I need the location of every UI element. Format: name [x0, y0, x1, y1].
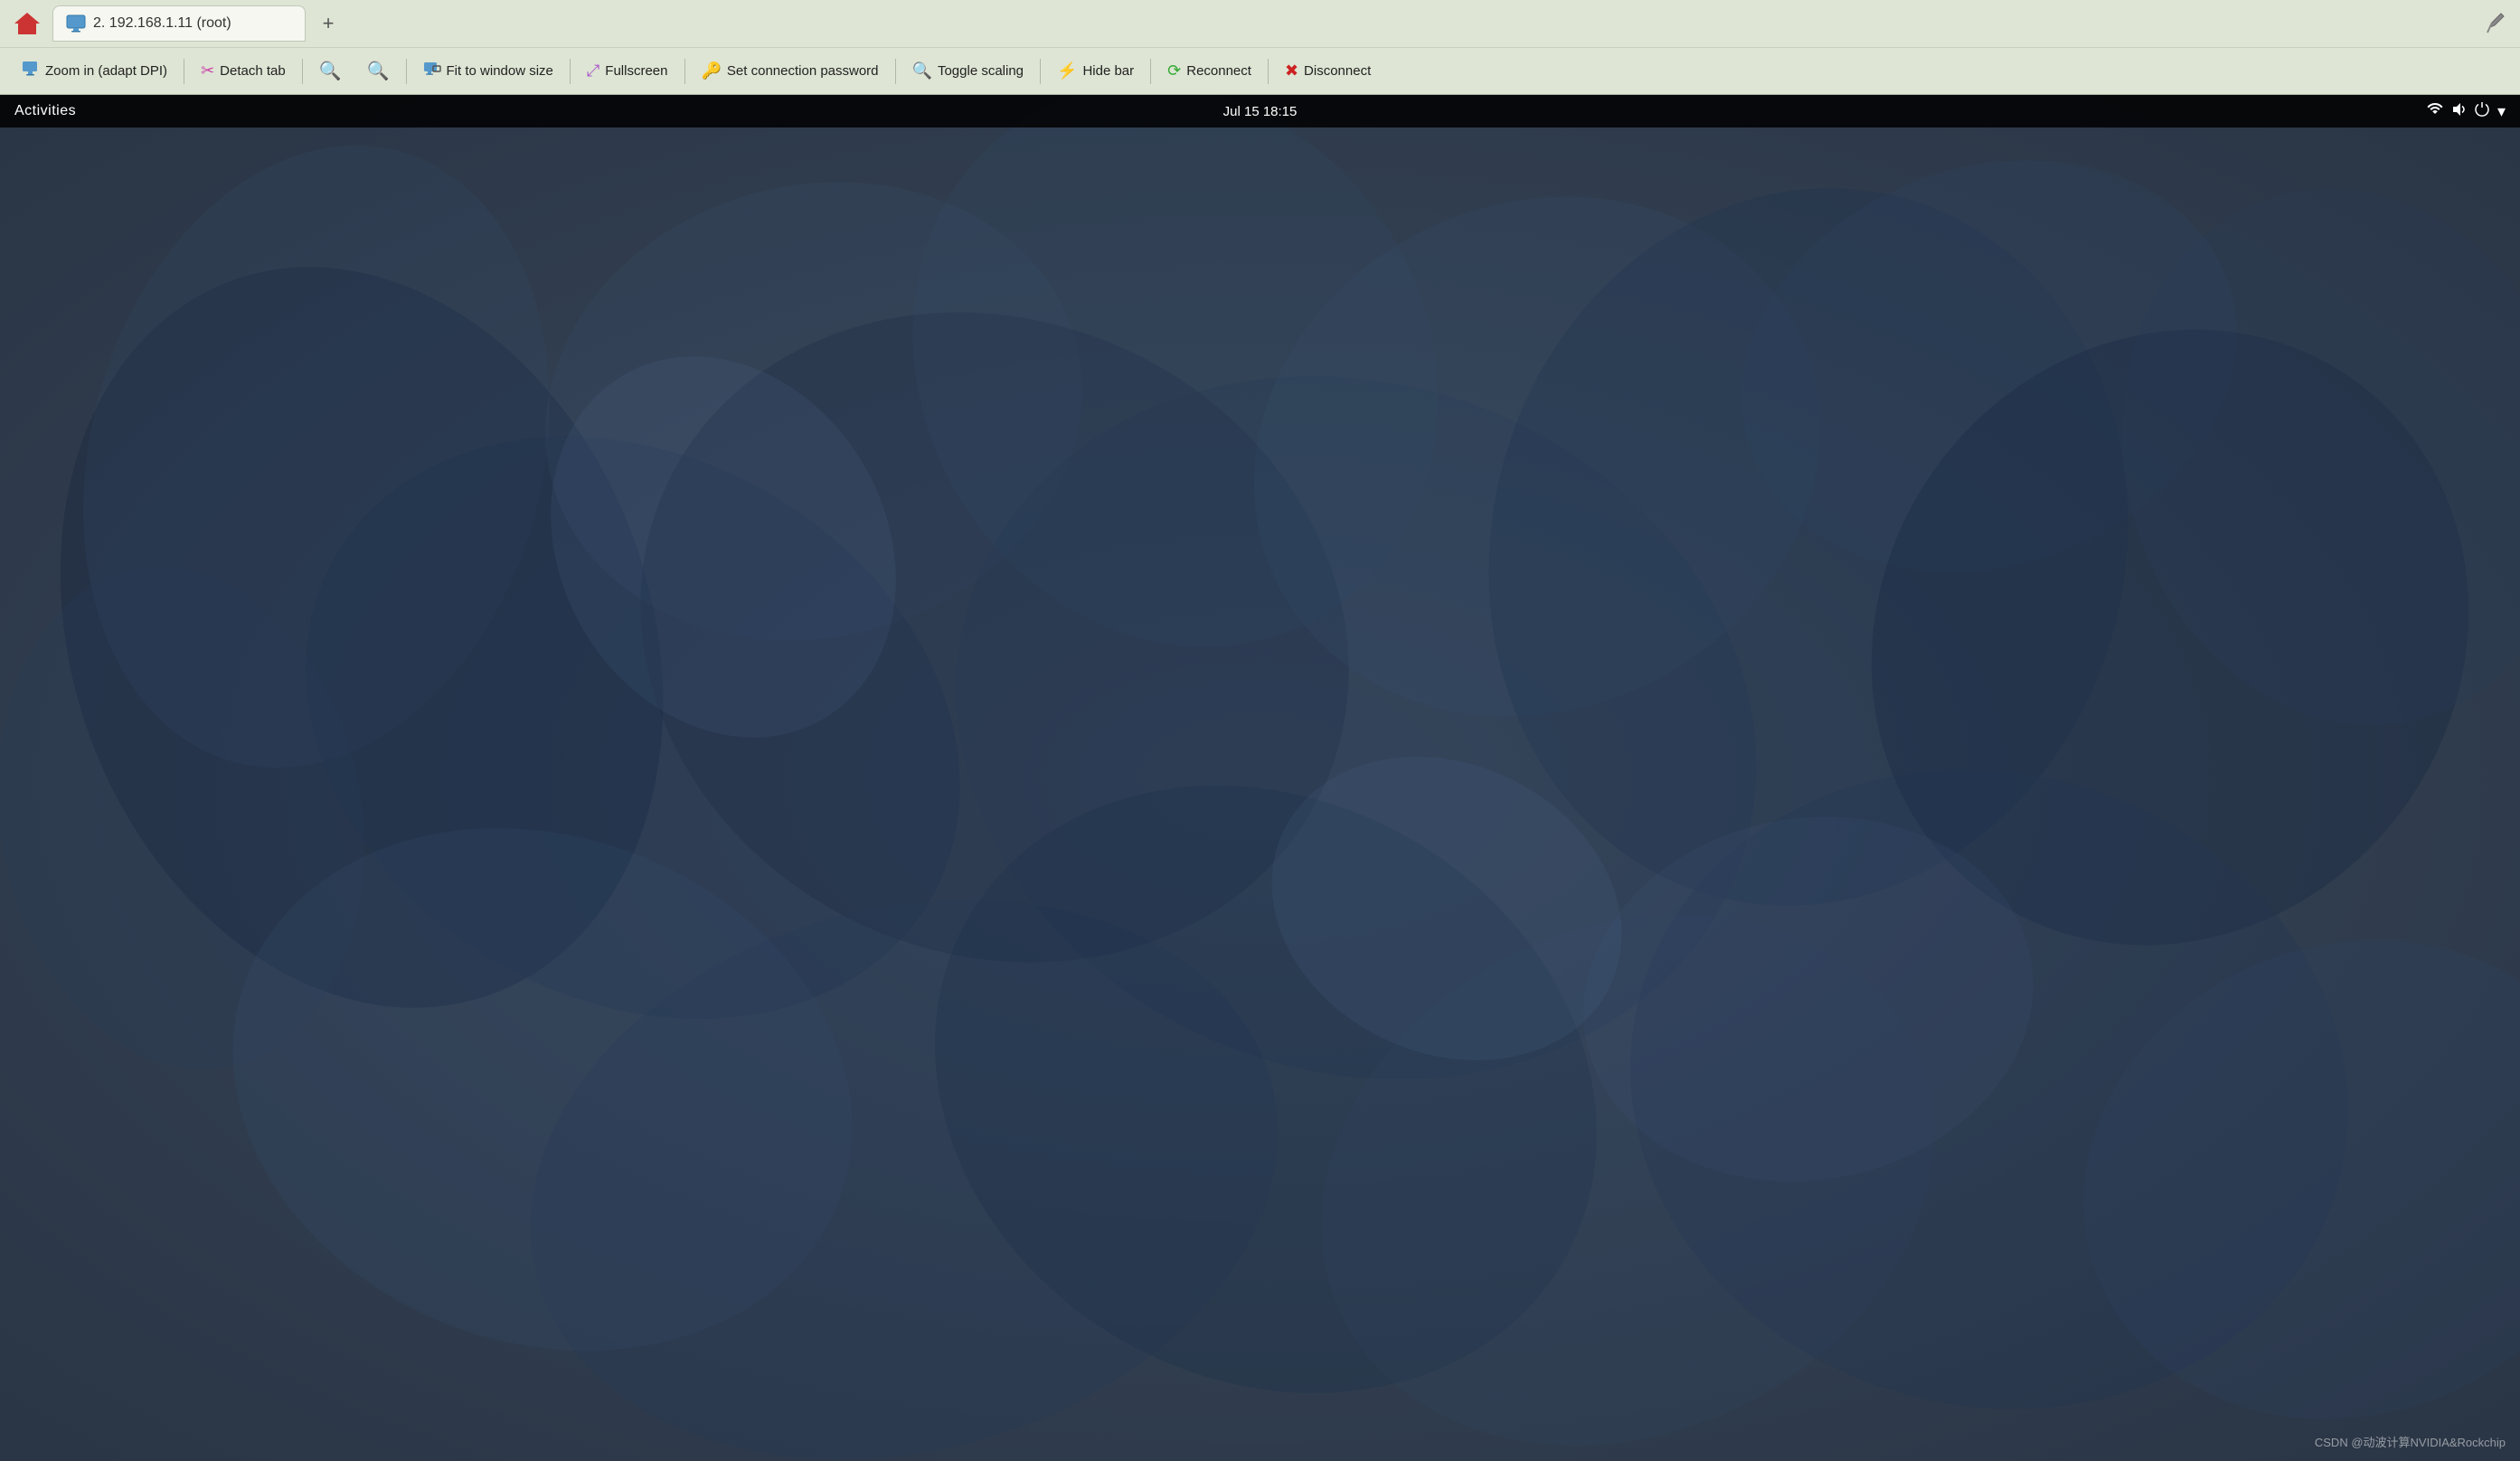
separator-8 — [1150, 59, 1151, 84]
hide-bar-button[interactable]: ⚡ Hide bar — [1046, 56, 1145, 86]
zoom-out-icon: 🔍 — [319, 60, 342, 82]
fit-icon — [423, 60, 441, 82]
set-password-button[interactable]: 🔑 Set connection password — [691, 56, 890, 86]
detach-icon: ✂ — [201, 61, 214, 80]
remote-desktop-area[interactable]: Activities Jul 15 18:15 — [0, 95, 2520, 1461]
tab-item-remote[interactable]: 2. 192.168.1.11 (root) — [52, 5, 306, 42]
zoom-in-button[interactable]: 🔍 — [356, 54, 401, 88]
home-button[interactable] — [7, 4, 47, 43]
reconnect-label: Reconnect — [1186, 63, 1251, 79]
separator-5 — [684, 59, 685, 84]
password-label: Set connection password — [727, 63, 879, 79]
fullscreen-button[interactable]: ⤢ Fullscreen — [576, 56, 679, 86]
separator-6 — [895, 59, 896, 84]
zoom-in-icon: 🔍 — [367, 60, 390, 82]
detach-label: Detach tab — [220, 63, 286, 79]
hidebar-icon: ⚡ — [1057, 61, 1077, 80]
fullscreen-icon: ⤢ — [587, 61, 599, 80]
separator-9 — [1268, 59, 1269, 84]
tab-icon — [66, 14, 86, 33]
new-tab-button[interactable]: + — [311, 6, 345, 41]
activities-button[interactable]: Activities — [14, 103, 76, 119]
toggle-scaling-button[interactable]: 🔍 Toggle scaling — [901, 56, 1034, 86]
toolbar: Zoom in (adapt DPI) ✂ Detach tab 🔍 🔍 — [0, 47, 2520, 94]
scaling-label: Toggle scaling — [938, 63, 1024, 79]
hidebar-label: Hide bar — [1082, 63, 1134, 79]
desktop-background — [0, 95, 2520, 1461]
zoom-in-dpi-icon — [22, 60, 40, 82]
password-icon: 🔑 — [702, 61, 722, 80]
gnome-topbar: Activities Jul 15 18:15 — [0, 95, 2520, 127]
fit-window-button[interactable]: Fit to window size — [412, 54, 564, 88]
disconnect-button[interactable]: ✖ Disconnect — [1274, 56, 1382, 86]
tab-title: 2. 192.168.1.11 (root) — [93, 15, 292, 32]
gnome-systray: ▾ — [2427, 101, 2506, 122]
separator-3 — [406, 59, 407, 84]
home-icon — [13, 9, 42, 38]
systray-volume-icon[interactable] — [2450, 101, 2467, 122]
reconnect-icon: ⟳ — [1167, 61, 1181, 80]
fullscreen-label: Fullscreen — [605, 63, 667, 79]
separator-2 — [302, 59, 303, 84]
watermark-text: CSDN @动波计算NVIDIA&Rockchip — [2315, 1433, 2506, 1450]
scaling-icon: 🔍 — [912, 61, 932, 80]
disconnect-label: Disconnect — [1304, 63, 1371, 79]
systray-menu-icon[interactable]: ▾ — [2497, 102, 2506, 121]
pin-icon[interactable] — [2480, 7, 2513, 40]
browser-chrome: 2. 192.168.1.11 (root) + Zoom in (adapt … — [0, 0, 2520, 95]
zoom-out-button[interactable]: 🔍 — [308, 54, 353, 88]
systray-network-icon[interactable] — [2427, 101, 2443, 122]
zoom-in-dpi-button[interactable]: Zoom in (adapt DPI) — [11, 54, 178, 88]
tab-bar: 2. 192.168.1.11 (root) + — [0, 0, 2520, 47]
separator-4 — [570, 59, 571, 84]
disconnect-icon: ✖ — [1285, 61, 1298, 80]
wallpaper-svg — [0, 95, 2520, 1461]
gnome-clock: Jul 15 18:15 — [1223, 104, 1298, 119]
zoom-in-dpi-label: Zoom in (adapt DPI) — [45, 63, 167, 79]
separator-7 — [1040, 59, 1041, 84]
detach-tab-button[interactable]: ✂ Detach tab — [190, 56, 297, 86]
systray-power-icon[interactable] — [2474, 101, 2490, 122]
reconnect-button[interactable]: ⟳ Reconnect — [1156, 56, 1262, 86]
fit-window-label: Fit to window size — [447, 63, 553, 79]
